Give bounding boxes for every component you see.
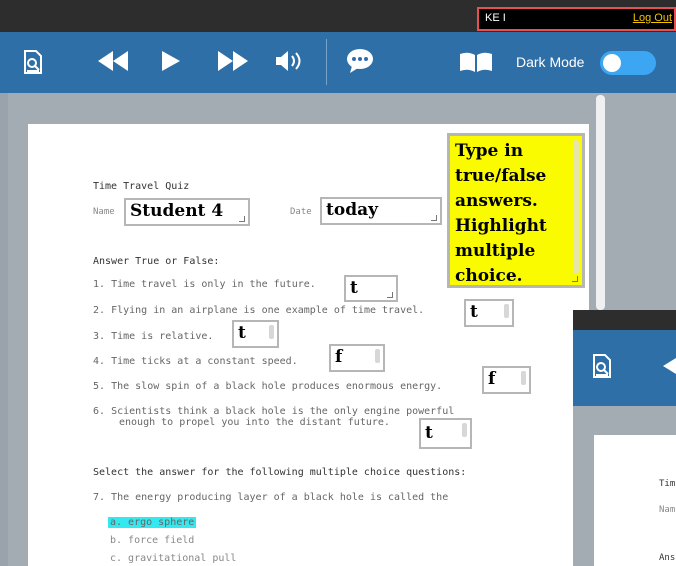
rewind-icon[interactable] [663,358,676,379]
question-text: Flying in an airplane is one example of … [111,305,425,316]
answer-value: t [350,278,358,298]
user-name: KE I [485,12,506,24]
review-doc-icon[interactable] [593,354,611,383]
play-icon[interactable] [162,51,180,71]
review-doc-icon[interactable] [24,50,42,74]
resize-grip-icon [431,215,437,221]
user-info-box: KE I Log Out [477,7,676,31]
toggle-knob [603,54,621,72]
second-window-toolbar [573,330,676,406]
resize-grip-icon [239,216,245,222]
sticky-note-text: Type in true/false answers. Highlight mu… [455,141,547,286]
mc-heading: Select the answer for the following mult… [93,467,467,478]
dark-mode-toggle[interactable] [600,51,656,75]
question-3: 3. Time is relative. [93,331,213,342]
tf-heading: Answer True or False: [93,256,220,267]
answer-field-3[interactable]: t [232,320,279,348]
chat-icon[interactable] [346,48,374,74]
doc-line: Nam [659,505,676,515]
name-label: Name [93,207,115,217]
question-number: 5. [93,381,106,392]
field-scrollbar [269,325,274,339]
sticky-note-scrollbar[interactable] [573,140,579,274]
quiz-title: Time Travel Quiz [93,181,190,192]
rewind-icon[interactable] [98,51,128,71]
answer-value: f [488,369,496,389]
option-highlight: a. ergo sphere [108,517,197,528]
answer-field-2[interactable]: t [464,299,514,327]
answer-field-5[interactable]: f [482,366,531,394]
question-1: 1. Time travel is only in the future. [93,279,316,290]
second-window-document: Tim Nam Ans [594,435,676,566]
mc-option-b[interactable]: b. force field [110,535,194,546]
answer-value: t [470,302,478,322]
question-6: 6. Scientists think a black hole is the … [93,406,454,417]
top-user-bar: KE I Log Out [0,0,676,32]
workspace-scrollbar[interactable] [596,95,605,310]
date-label: Date [290,207,312,217]
doc-line: Tim [659,479,676,489]
book-icon[interactable] [459,51,493,73]
question-number: 1. [93,279,106,290]
question-number: 3. [93,331,106,342]
date-value: today [326,200,378,220]
field-scrollbar [375,349,380,363]
question-text: Time ticks at a constant speed. [111,356,298,367]
resize-grip-icon [572,276,578,282]
question-6-continued: enough to propel you into the distant fu… [119,417,390,428]
name-value: Student 4 [130,201,224,221]
field-scrollbar [504,304,509,318]
toolbar-divider [326,39,327,85]
question-text: The slow spin of a black hole produces e… [111,381,443,392]
mc-option-c[interactable]: c. gravitational pull [110,553,236,564]
doc-line: Ans [659,553,676,563]
question-text: Scientists think a black hole is the onl… [111,406,455,417]
question-4: 4. Time ticks at a constant speed. [93,356,298,367]
question-text: Time is relative. [111,331,214,342]
second-reader-window: Tim Nam Ans [573,310,676,566]
answer-value: t [238,323,246,343]
mc-question: 7. The energy producing layer of a black… [93,492,449,503]
name-field[interactable]: Student 4 [124,198,250,226]
question-number: 4. [93,356,106,367]
question-5: 5. The slow spin of a black hole produce… [93,381,442,392]
field-scrollbar [521,371,526,385]
question-number: 6. [93,406,106,417]
sticky-note[interactable]: Type in true/false answers. Highlight mu… [447,133,585,288]
question-text: Time travel is only in the future. [111,279,316,290]
field-scrollbar [462,423,467,437]
logout-link[interactable]: Log Out [633,12,672,24]
reader-toolbar: Dark Mode [0,32,676,93]
question-2: 2. Flying in an airplane is one example … [93,305,424,316]
volume-icon[interactable] [276,50,304,72]
second-window-topbar [573,310,676,330]
answer-value: t [425,423,433,443]
question-number: 2. [93,305,106,316]
answer-field-1[interactable]: t [344,275,398,302]
date-field[interactable]: today [320,197,442,225]
fast-forward-icon[interactable] [218,51,248,71]
mc-option-a[interactable]: a. ergo sphere [108,517,197,528]
resize-grip-icon [387,292,393,298]
answer-value: f [335,347,343,367]
dark-mode-label: Dark Mode [516,54,585,70]
answer-field-6[interactable]: t [419,418,472,449]
answer-field-4[interactable]: f [329,344,385,372]
